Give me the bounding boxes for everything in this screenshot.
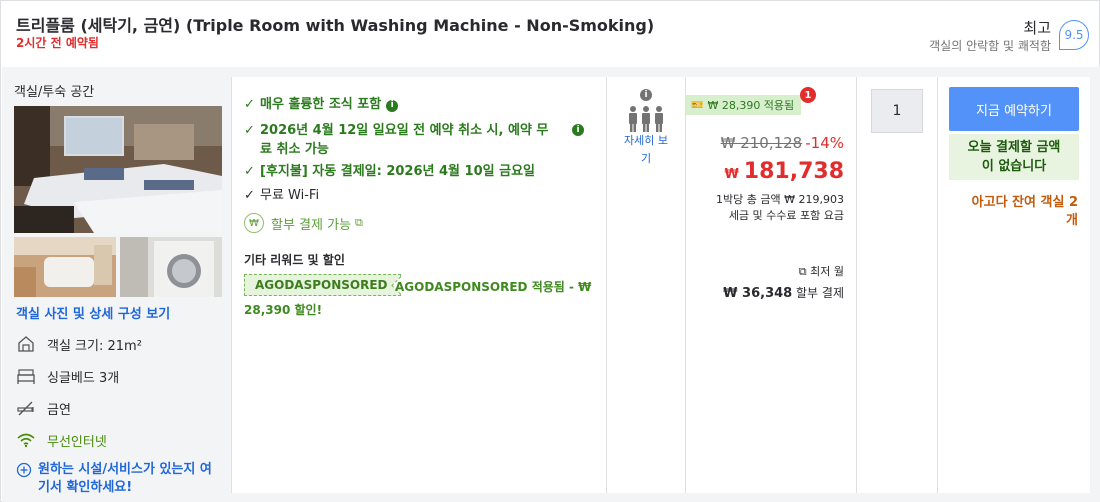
split-payment-link[interactable]: ₩ 할부 결제 가능 ⧉ [244, 213, 363, 233]
quantity-column: 1 [856, 77, 937, 493]
room-photo-washer[interactable] [120, 237, 222, 297]
other-rewards-title: 기타 리워드 및 할인 [244, 253, 345, 267]
room-quantity-select[interactable]: 1 [871, 89, 923, 133]
price-column: 🎫 ₩ 28,390 적용됨 1 ₩ 210,128 -14% ₩181,738 … [685, 77, 856, 493]
benefits-column: ✓ 매우 훌륭한 조식 포함 i ✓ 2026년 4월 12일 일요일 전 예약 … [231, 77, 606, 493]
room-section-title: 객실/투숙 공간 [14, 85, 95, 100]
benefit-label: 매우 훌륭한 조식 포함 [260, 97, 382, 112]
facility-label: 금연 [47, 402, 71, 418]
room-photo-main[interactable] [14, 106, 222, 233]
facility-room-size: 객실 크기: 21m² [16, 333, 142, 355]
benefit-free-cancel: ✓ 2026년 4월 12일 일요일 전 예약 취소 시, 예약 무료 취소 가… [244, 121, 584, 159]
check-icon: ✓ [244, 164, 255, 179]
benefit-label: 2026년 4월 12일 일요일 전 예약 취소 시, 예약 무료 취소 가능 [260, 123, 549, 157]
room-size-icon [16, 334, 36, 354]
rating-word: 최고 [1023, 19, 1051, 37]
currency-symbol: ₩ [724, 167, 739, 182]
occupancy-details-label: 기 [640, 152, 652, 165]
original-price: ₩ 210,128 [720, 134, 803, 152]
rooms-left-line: 개 [1066, 213, 1078, 228]
ticket-icon: 🎫 [691, 99, 704, 111]
divider-strip [1090, 67, 1100, 502]
monthly-amount: ₩ 36,348 [723, 286, 793, 301]
check-icon: ✓ [244, 188, 255, 203]
original-price-row: ₩ 210,128 -14% [721, 134, 844, 152]
info-icon[interactable]: i [386, 99, 399, 112]
booking-column: 지금 예약하기 오늘 결제할 금액 이 없습니다 아고다 잔여 객실 2 개 [937, 77, 1090, 493]
no-smoking-icon [16, 398, 36, 418]
plus-circle-icon [16, 461, 34, 497]
tax-included-note: 세금 및 수수료 포함 요금 [728, 209, 844, 222]
monthly-lowest-label[interactable]: ⧉ 최저 월 [799, 263, 844, 279]
benefit-breakfast: ✓ 매우 훌륭한 조식 포함 i [244, 95, 399, 114]
occupancy-column: i 자세히 보 기 [606, 77, 685, 493]
rooms-left-line: 아고다 잔여 객실 2 [971, 195, 1078, 210]
divider-strip [231, 493, 1090, 502]
room-photo-bathroom[interactable] [14, 237, 116, 297]
coupon-applied-label: ₩ 28,390 적용됨 [707, 99, 795, 112]
room-offer-card: 트리플룸 (세탁기, 금연) (Triple Room with Washing… [0, 0, 1100, 502]
monthly-suffix: 할부 결제 [792, 286, 844, 300]
room-photos-link[interactable]: 객실 사진 및 상세 구성 보기 [16, 303, 170, 322]
book-now-button[interactable]: 지금 예약하기 [949, 87, 1079, 131]
rating-score-badge: 9.5 [1059, 20, 1089, 50]
info-icon[interactable]: i [572, 124, 584, 136]
monthly-lowest-text: 최저 월 [810, 265, 844, 278]
benefit-wifi: ✓ 무료 Wi-Fi [244, 186, 319, 205]
facility-label: 객실 크기: 21m² [47, 338, 142, 354]
external-link-icon: ⧉ [798, 265, 811, 278]
coupon-applied-text: AGODASPONSORED 적용됨 - ₩ [395, 280, 592, 294]
pay-nothing-line: 오늘 결제할 금액 [967, 140, 1061, 155]
final-price-row: ₩181,738 [724, 159, 844, 184]
bed-icon [16, 366, 36, 386]
more-facilities-label: 원하는 시설/서비스가 있는지 여기서 확인하세요! [38, 462, 212, 495]
facility-non-smoking: 금연 [16, 397, 71, 419]
check-icon: ✓ [244, 97, 255, 112]
coupon-discount-text: 28,390 할인! [244, 303, 323, 317]
notification-badge: 1 [800, 87, 816, 103]
installment-icon: ₩ [244, 213, 264, 233]
benefit-pay-later: ✓ [후지불] 자동 결제일: 2026년 4월 10일 금요일 [244, 162, 535, 181]
room-title[interactable]: 트리플룸 (세탁기, 금연) (Triple Room with Washing… [16, 12, 654, 36]
room-info-column: 객실/투숙 공간 객실 사진 및 상세 구성 보기 객실 크기: 21m² 싱글… [2, 67, 231, 502]
divider-strip [231, 67, 1090, 77]
booked-ago-badge: 2시간 전 예약됨 [16, 36, 99, 50]
coupon-code-tag: AGODASPONSORED [244, 274, 401, 296]
split-payment-label: 할부 결제 가능 [271, 217, 352, 233]
pay-nothing-line: 이 없습니다 [981, 159, 1047, 174]
coupon-applied-pill: 🎫 ₩ 28,390 적용됨 [686, 95, 802, 115]
monthly-installment: ₩ 36,348 할부 결제 [723, 284, 844, 301]
occupancy-details-label: 자세히 보 [624, 134, 668, 147]
facility-wifi: 무선인터넷 [16, 429, 107, 451]
room-header: 트리플룸 (세탁기, 금연) (Triple Room with Washing… [2, 2, 1099, 66]
final-price: 181,738 [743, 159, 844, 184]
pay-nothing-today-banner: 오늘 결제할 금액 이 없습니다 [949, 134, 1079, 180]
facility-beds: 싱글베드 3개 [16, 365, 119, 387]
benefit-label: 무료 Wi-Fi [260, 188, 320, 203]
wifi-icon [16, 430, 36, 450]
facility-label: 싱글베드 3개 [47, 370, 120, 386]
check-icon: ✓ [244, 123, 255, 138]
discount-percent: -14% [805, 134, 844, 152]
benefit-label: [후지불] 자동 결제일: 2026년 4월 10일 금요일 [260, 164, 535, 179]
external-link-icon: ⧉ [355, 216, 363, 229]
info-icon[interactable]: i [640, 89, 652, 101]
more-facilities-link[interactable]: 원하는 시설/서비스가 있는지 여기서 확인하세요! [16, 461, 223, 497]
facility-label: 무선인터넷 [47, 434, 107, 450]
total-per-night: 1박당 총 금액 ₩ 219,903 [716, 193, 844, 206]
occupancy-details-link[interactable]: 자세히 보 기 [617, 132, 675, 168]
rooms-left-notice: 아고다 잔여 객실 2 개 [950, 194, 1078, 230]
rating-description: 객실의 안락함 및 쾌적함 [929, 39, 1051, 53]
